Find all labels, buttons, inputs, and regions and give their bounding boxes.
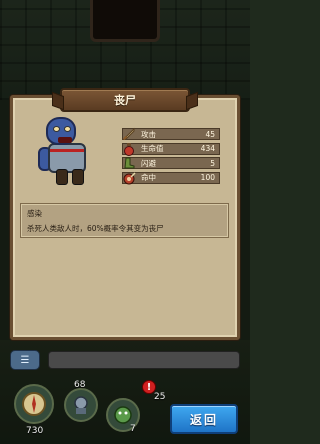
slot-value: 7 <box>130 424 136 434</box>
stat-row-health: 生命值 434 <box>122 142 220 156</box>
alert-icon[interactable]: ! <box>142 380 156 394</box>
monster-stripe <box>50 149 84 152</box>
monster-leg <box>72 169 84 185</box>
monster-head <box>46 117 76 145</box>
chat-input[interactable] <box>48 351 240 369</box>
goblin-icon <box>114 406 132 424</box>
target-icon <box>121 170 137 186</box>
monster-leg <box>56 169 68 185</box>
slot-value: 730 <box>26 426 44 436</box>
stat-value: 434 <box>200 144 215 153</box>
unit-slot[interactable]: 68 <box>64 380 98 422</box>
stat-label: 攻击 <box>141 129 156 139</box>
compass-slot[interactable]: 730 <box>14 384 54 436</box>
dialog-title: 丧尸 <box>114 94 136 107</box>
monster-mouth <box>58 137 72 143</box>
monster-eye <box>53 126 60 132</box>
chat-icon: ☰ <box>20 354 30 366</box>
stats-list: 攻击 45 生命值 434 闪避 5 命中 100 <box>121 127 220 186</box>
dialog-title-banner: 丧尸 <box>60 88 190 112</box>
back-button-label: 返回 <box>189 412 218 427</box>
monster-eye <box>64 126 71 132</box>
knight-icon <box>74 396 88 414</box>
goblin-slot[interactable]: 7 <box>106 398 140 434</box>
compass-icon <box>22 392 46 416</box>
stat-value: 100 <box>200 173 215 182</box>
slot-value: 68 <box>74 380 86 390</box>
stat-row-attack: 攻击 45 <box>122 127 220 141</box>
stat-label: 命中 <box>141 173 156 182</box>
stat-label: 闪避 <box>141 158 156 168</box>
stat-row-dodge: 闪避 5 <box>122 157 220 169</box>
chat-bar: ☰ <box>10 350 240 370</box>
back-button[interactable]: 返回 <box>170 404 238 434</box>
chat-button[interactable]: ☰ <box>10 350 40 370</box>
skill-name: 感染 <box>27 209 42 218</box>
stat-value: 45 <box>205 129 215 139</box>
stat-row-accuracy: 命中 100 <box>121 170 220 186</box>
stat-label: 生命值 <box>141 144 164 153</box>
slot-value: 25 <box>154 392 166 402</box>
stat-value: 5 <box>210 158 215 168</box>
monster-portrait <box>38 115 100 187</box>
skill-description: 杀死人类敌人时，60%概率令其变为丧尸 <box>27 224 164 233</box>
skill-box: 感染 杀死人类敌人时，60%概率令其变为丧尸 <box>20 203 229 238</box>
